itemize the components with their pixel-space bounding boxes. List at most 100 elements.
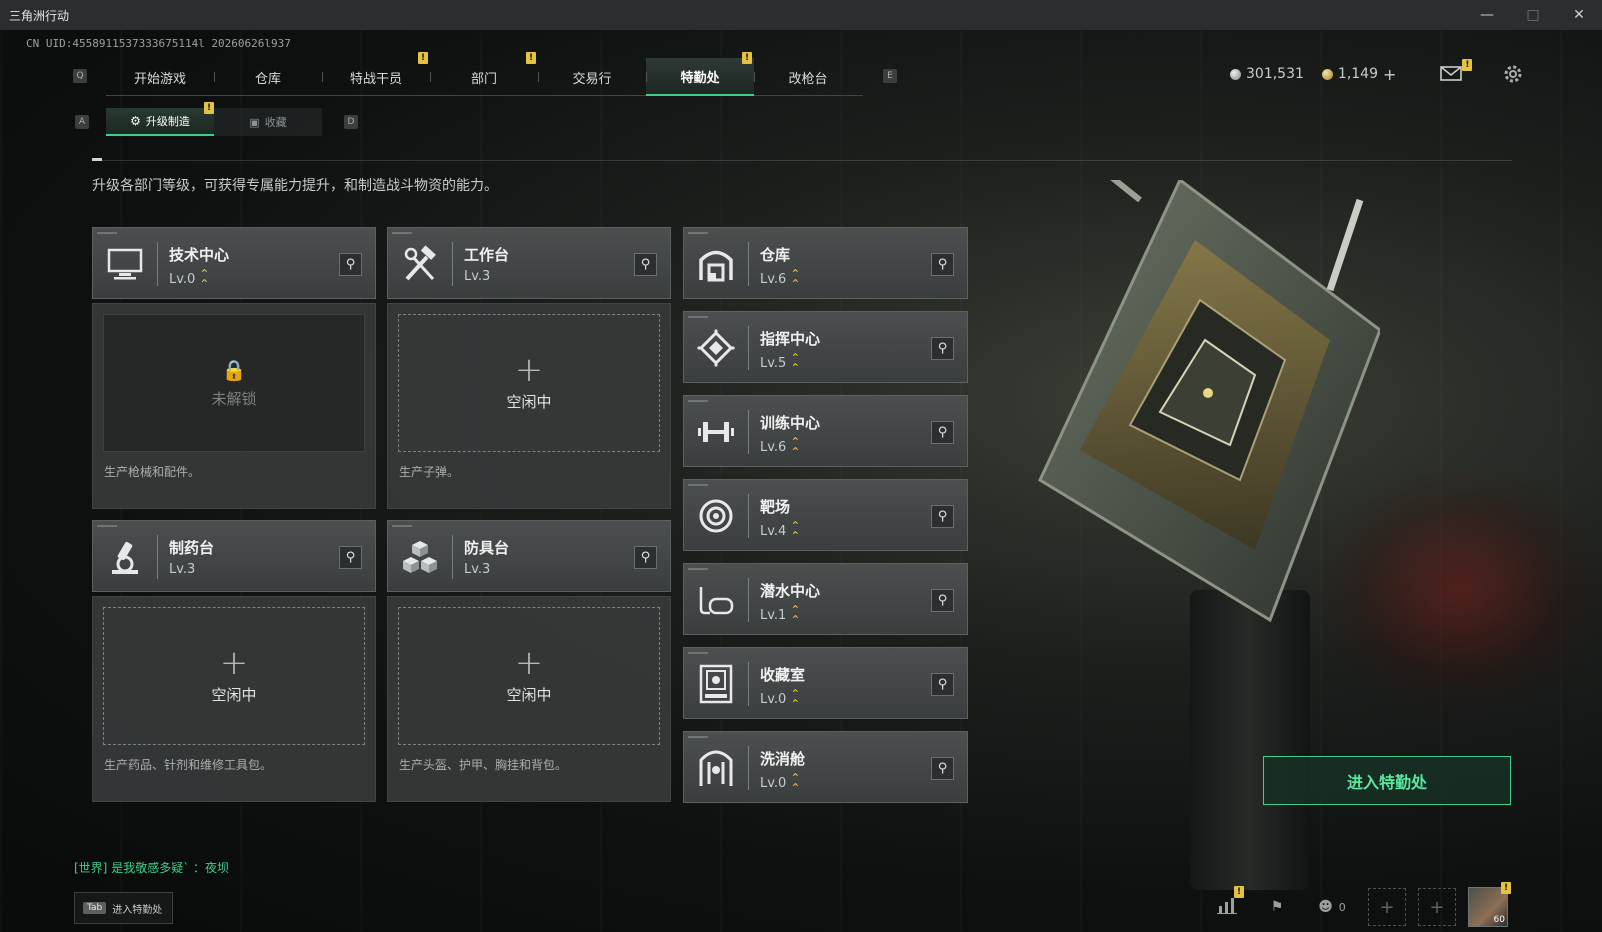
production-slot-idle[interactable]: + 空闲中 <box>398 607 660 745</box>
subtab-collection[interactable]: ▣ 收藏 <box>214 108 322 136</box>
invite-slot-1[interactable]: + <box>1368 888 1406 926</box>
gold-coin-icon <box>1321 68 1333 80</box>
search-button[interactable]: ⚲ <box>931 589 954 612</box>
facility-name: 洗消舱 <box>760 750 806 768</box>
subnav-next-key-hint[interactable]: D <box>344 115 358 129</box>
search-button[interactable]: ⚲ <box>931 421 954 444</box>
stats-button[interactable]: ! <box>1208 886 1246 926</box>
facility-name: 制药台 <box>169 539 215 557</box>
tab-label: 特勤处 <box>680 70 720 86</box>
facility-name: 靶场 <box>760 498 791 516</box>
search-icon: ⚲ <box>345 550 356 565</box>
notification-badge: ! <box>204 102 214 114</box>
facility-level: Lv.1 <box>760 607 787 623</box>
tab-gunsmith[interactable]: 改枪台 <box>754 58 862 96</box>
facility-level-row: Lv.0 ⌃ ⌃ <box>760 771 801 795</box>
tab-operators[interactable]: 特战干员 ! <box>322 52 430 96</box>
team-icon: ☻ <box>1318 899 1333 915</box>
tab-trading[interactable]: 交易行 <box>538 58 646 96</box>
production-slot-locked: 🔒 未解锁 <box>103 314 365 452</box>
search-button[interactable]: ⚲ <box>634 253 657 276</box>
facility-card-diving-center[interactable]: 潜水中心 Lv.1 ⌃ ⌃ ⚲ <box>683 563 968 635</box>
search-button[interactable]: ⚲ <box>931 757 954 780</box>
plus-icon: + <box>1379 896 1395 918</box>
search-button[interactable]: ⚲ <box>931 673 954 696</box>
add-currency-button[interactable]: + <box>1383 65 1396 84</box>
tab-label: 开始游戏 <box>133 71 186 87</box>
tab-warehouse[interactable]: 仓库 <box>214 58 322 96</box>
invite-slot-2[interactable]: + <box>1418 888 1456 926</box>
window-titlebar: 三角洲行动 — □ ✕ <box>0 0 1602 30</box>
search-button[interactable]: ⚲ <box>634 546 657 569</box>
facility-level: Lv.0 <box>760 691 787 707</box>
facility-card-shooting-range[interactable]: 靶场 Lv.4 ⌃ ⌃ ⚲ <box>683 479 968 551</box>
facility-card-decontamination[interactable]: 洗消舱 Lv.0 ⌃ ⌃ ⚲ <box>683 731 968 803</box>
search-button[interactable]: ⚲ <box>339 546 362 569</box>
production-slot-idle[interactable]: + 空闲中 <box>103 607 365 745</box>
facility-card-collection-room[interactable]: 收藏室 Lv.0 ⌃ ⌃ ⚲ <box>683 647 968 719</box>
production-slot-idle[interactable]: + 空闲中 <box>398 314 660 452</box>
facility-name: 收藏室 <box>760 666 806 684</box>
search-button[interactable]: ⚲ <box>931 253 954 276</box>
facility-level-row: Lv.3 <box>464 269 490 284</box>
facility-level: Lv.6 <box>760 271 787 287</box>
flag-button[interactable]: ⚑ <box>1258 888 1296 926</box>
hammer-wrench-icon <box>400 244 440 284</box>
facility-card-warehouse[interactable]: 仓库 Lv.6 ⌃ ⌃ ⚲ <box>683 227 968 299</box>
main-nav: 开始游戏 仓库 特战干员 ! 部门 ! 交易行 特勤处 ! 改枪台 <box>106 52 863 96</box>
tab-label: 交易行 <box>572 71 612 87</box>
facility-card-workbench[interactable]: 工作台 Lv.3 ⚲ <box>387 227 671 299</box>
facility-level: Lv.3 <box>169 562 196 577</box>
facility-card-pharmacy[interactable]: 制药台 Lv.3 ⚲ <box>92 520 376 592</box>
close-button[interactable]: ✕ <box>1556 0 1602 30</box>
bar-chart-icon <box>1217 896 1237 918</box>
subtab-upgrade-craft[interactable]: ⚙ 升级制造 ! <box>106 102 214 136</box>
facility-card-training-center[interactable]: 训练中心 Lv.6 ⌃ ⌃ ⚲ <box>683 395 968 467</box>
subnav-prev-key-hint[interactable]: A <box>75 115 89 129</box>
mail-icon[interactable]: ! <box>1440 59 1473 83</box>
nav-prev-key-hint[interactable]: Q <box>73 69 87 83</box>
target-icon <box>696 496 736 536</box>
production-slot-card: + 空闲中 生产头盔、护甲、胸挂和背包。 <box>387 596 671 802</box>
tab-hint-label: 进入特勤处 <box>112 904 163 916</box>
silver-coin-icon <box>1230 68 1241 80</box>
search-button[interactable]: ⚲ <box>339 253 362 276</box>
enter-special-ops-button[interactable]: 进入特勤处 <box>1263 756 1511 805</box>
gold-amount: 1,149 <box>1337 66 1378 82</box>
squad-button[interactable]: ☻ 0 <box>1308 888 1356 926</box>
currency-bar: 301,531 1,149 + ! <box>1230 59 1524 85</box>
settings-gear-icon[interactable] <box>1502 63 1524 85</box>
facility-card-command-center[interactable]: 指挥中心 Lv.5 ⌃ ⌃ ⚲ <box>683 311 968 383</box>
search-button[interactable]: ⚲ <box>931 337 954 360</box>
upgrade-arrow-icon: ⌃ ⌃ <box>790 771 801 795</box>
maximize-button[interactable]: □ <box>1510 0 1556 30</box>
cubes-icon <box>400 537 440 577</box>
tab-departments[interactable]: 部门 ! <box>430 52 538 96</box>
minimize-button[interactable]: — <box>1464 0 1510 30</box>
search-icon: ⚲ <box>640 550 651 565</box>
upgrade-arrow-icon: ⌃ ⌃ <box>199 267 210 291</box>
search-icon: ⚲ <box>345 257 356 272</box>
production-slot-card: 🔒 未解锁 生产枪械和配件。 <box>92 303 376 509</box>
slot-status: 空闲中 <box>506 392 552 411</box>
facility-card-armor-bench[interactable]: 防具台 Lv.3 ⚲ <box>387 520 671 592</box>
plus-icon: + <box>514 349 544 390</box>
notification-badge: ! <box>1462 59 1473 71</box>
search-icon: ⚲ <box>937 677 948 692</box>
world-chat-line[interactable]: [世界] 是我敬感多疑` ：夜坝 <box>74 859 229 876</box>
nav-next-key-hint[interactable]: E <box>883 69 897 83</box>
warehouse-icon <box>696 244 736 284</box>
notification-badge: ! <box>742 52 752 64</box>
slot-status: 空闲中 <box>506 685 552 704</box>
header-divider <box>92 160 1512 161</box>
tab-start-game[interactable]: 开始游戏 <box>106 58 214 96</box>
header-divider-tick <box>92 158 102 161</box>
player-avatar[interactable]: 60 ! <box>1468 882 1511 927</box>
tab-enter-hint[interactable]: Tab 进入特勤处 <box>74 892 173 924</box>
facility-card-tech-center[interactable]: 技术中心 Lv.0 ⌃ ⌃ ⚲ <box>92 227 376 299</box>
avatar-level: 60 <box>1493 915 1505 925</box>
tab-special-ops[interactable]: 特勤处 ! <box>646 52 754 96</box>
search-button[interactable]: ⚲ <box>931 505 954 528</box>
search-icon: ⚲ <box>937 341 948 356</box>
notification-badge: ! <box>418 52 428 64</box>
